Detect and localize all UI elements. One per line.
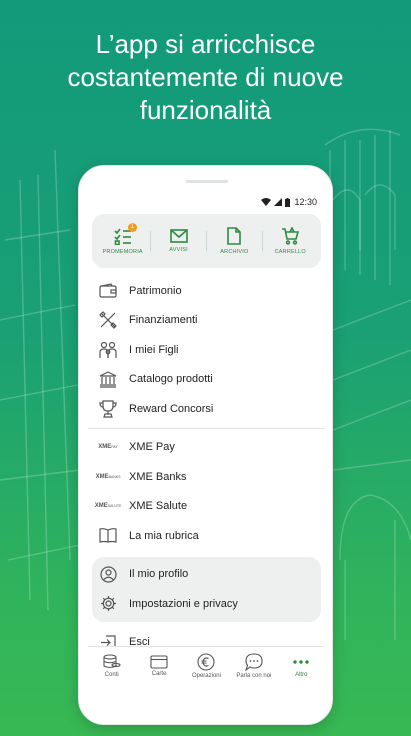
menu-item-xme-pay[interactable]: XME PAY XME Pay [88, 433, 325, 463]
nav-label: Altro [295, 671, 308, 678]
main-menu: Patrimonio Finanziamenti I miei Figli Ca… [88, 276, 325, 657]
xme-pay-icon: XME PAY [98, 438, 118, 456]
wifi-icon [261, 198, 272, 206]
signal-icon [274, 198, 283, 206]
document-icon [227, 227, 242, 245]
menu-item-catalogo-prodotti[interactable]: Catalogo prodotti [88, 365, 325, 395]
tools-icon [98, 311, 118, 330]
menu-item-label: XME Salute [129, 500, 188, 513]
quick-action-label: CARRELLO [274, 249, 306, 255]
quick-action-label: PROMEMORIA [102, 249, 143, 255]
app-screen: 12:30 1 PROMEMORIA AVVISI ARCHIVIO CARRE… [88, 192, 325, 684]
wallet-icon [98, 282, 118, 300]
nav-parla-con-noi[interactable]: Parla con noi [231, 652, 277, 679]
menu-item-reward-concorsi[interactable]: Reward Concorsi [88, 394, 325, 424]
menu-item-label: Finanziamenti [129, 314, 198, 327]
menu-divider [88, 427, 325, 429]
profile-panel: Il mio profilo Impostazioni e privacy [92, 556, 321, 622]
menu-item-label: Reward Concorsi [129, 402, 214, 415]
nav-label: Parla con noi [236, 672, 272, 679]
divider [205, 231, 207, 251]
menu-item-patrimonio[interactable]: Patrimonio [88, 276, 325, 306]
user-icon [98, 565, 118, 583]
menu-item-mia-rubrica[interactable]: La mia rubrica [88, 521, 325, 551]
family-icon [98, 341, 118, 359]
xme-banks-icon: XME BANKS [95, 468, 121, 486]
nav-altro[interactable]: Altro [278, 654, 324, 678]
quick-action-label: ARCHIVIO [220, 249, 249, 255]
menu-item-xme-banks[interactable]: XME BANKS XME Banks [88, 462, 325, 492]
more-icon [293, 659, 309, 664]
xme-logo-text: XME [94, 503, 108, 510]
coins-icon [103, 653, 121, 668]
nav-label: Operazioni [191, 672, 221, 679]
menu-item-label: XME Banks [129, 470, 187, 483]
xme-logo-text: XME [98, 444, 112, 451]
menu-item-xme-salute[interactable]: XME SALUTE XME Salute [88, 492, 325, 522]
status-bar: 12:30 [88, 192, 325, 212]
chat-icon [244, 652, 263, 671]
headline-line-1: L’app si arricchisce [95, 29, 316, 59]
menu-item-label: La mia rubrica [129, 529, 199, 542]
menu-item-finanziamenti[interactable]: Finanziamenti [88, 306, 325, 336]
xme-logo-text: XME [95, 473, 109, 480]
promemoria-badge: 1 [127, 223, 137, 232]
cart-icon [282, 227, 300, 245]
quick-action-avvisi[interactable]: AVVISI [153, 229, 205, 253]
headline-line-3: funzionalità [139, 95, 272, 125]
quick-action-archivio[interactable]: ARCHIVIO [208, 227, 260, 255]
euro-icon [197, 652, 216, 671]
bank-icon [98, 370, 118, 388]
status-time: 12:30 [294, 197, 317, 207]
nav-label: Conti [104, 671, 119, 678]
menu-item-label: XME Pay [129, 441, 175, 454]
nav-conti[interactable]: Conti [89, 653, 135, 678]
divider [261, 231, 263, 251]
trophy-icon [98, 400, 118, 418]
menu-item-label: Il mio profilo [129, 568, 189, 581]
divider [150, 231, 152, 251]
menu-item-impostazioni[interactable]: Impostazioni e privacy [92, 589, 321, 619]
battery-icon [285, 197, 291, 207]
phone-speaker [186, 180, 228, 183]
quick-actions-panel: 1 PROMEMORIA AVVISI ARCHIVIO CARRELLO [92, 214, 321, 268]
xme-logo-subtext: BANKS [108, 474, 121, 479]
gear-icon [98, 595, 118, 613]
nav-operazioni[interactable]: Operazioni [183, 652, 229, 679]
headline-line-2: costantemente di nuove [67, 62, 344, 92]
card-icon [150, 654, 168, 669]
address-book-icon [98, 527, 118, 545]
menu-item-mio-profilo[interactable]: Il mio profilo [92, 560, 321, 590]
xme-logo-subtext: SALUTE [107, 504, 122, 509]
menu-item-label: Catalogo prodotti [129, 373, 213, 386]
bottom-navigation: Conti Carte Operazioni Parla con noi Alt… [88, 646, 325, 684]
xme-salute-icon: XME SALUTE [94, 497, 122, 515]
quick-action-carrello[interactable]: CARRELLO [264, 227, 316, 255]
xme-logo-subtext: PAY [111, 445, 118, 450]
headline: L’app si arricchisce costantemente di nu… [0, 28, 411, 127]
menu-item-miei-figli[interactable]: I miei Figli [88, 335, 325, 365]
phone-frame: 12:30 1 PROMEMORIA AVVISI ARCHIVIO CARRE… [78, 165, 333, 725]
quick-action-promemoria[interactable]: 1 PROMEMORIA [97, 223, 149, 255]
nav-label: Carte [151, 670, 167, 677]
menu-item-label: Patrimonio [129, 284, 182, 297]
menu-item-label: Impostazioni e privacy [129, 597, 238, 610]
nav-carte[interactable]: Carte [136, 654, 182, 677]
quick-action-label: AVVISI [169, 247, 188, 253]
envelope-icon [169, 229, 188, 243]
menu-item-label: I miei Figli [129, 343, 179, 356]
